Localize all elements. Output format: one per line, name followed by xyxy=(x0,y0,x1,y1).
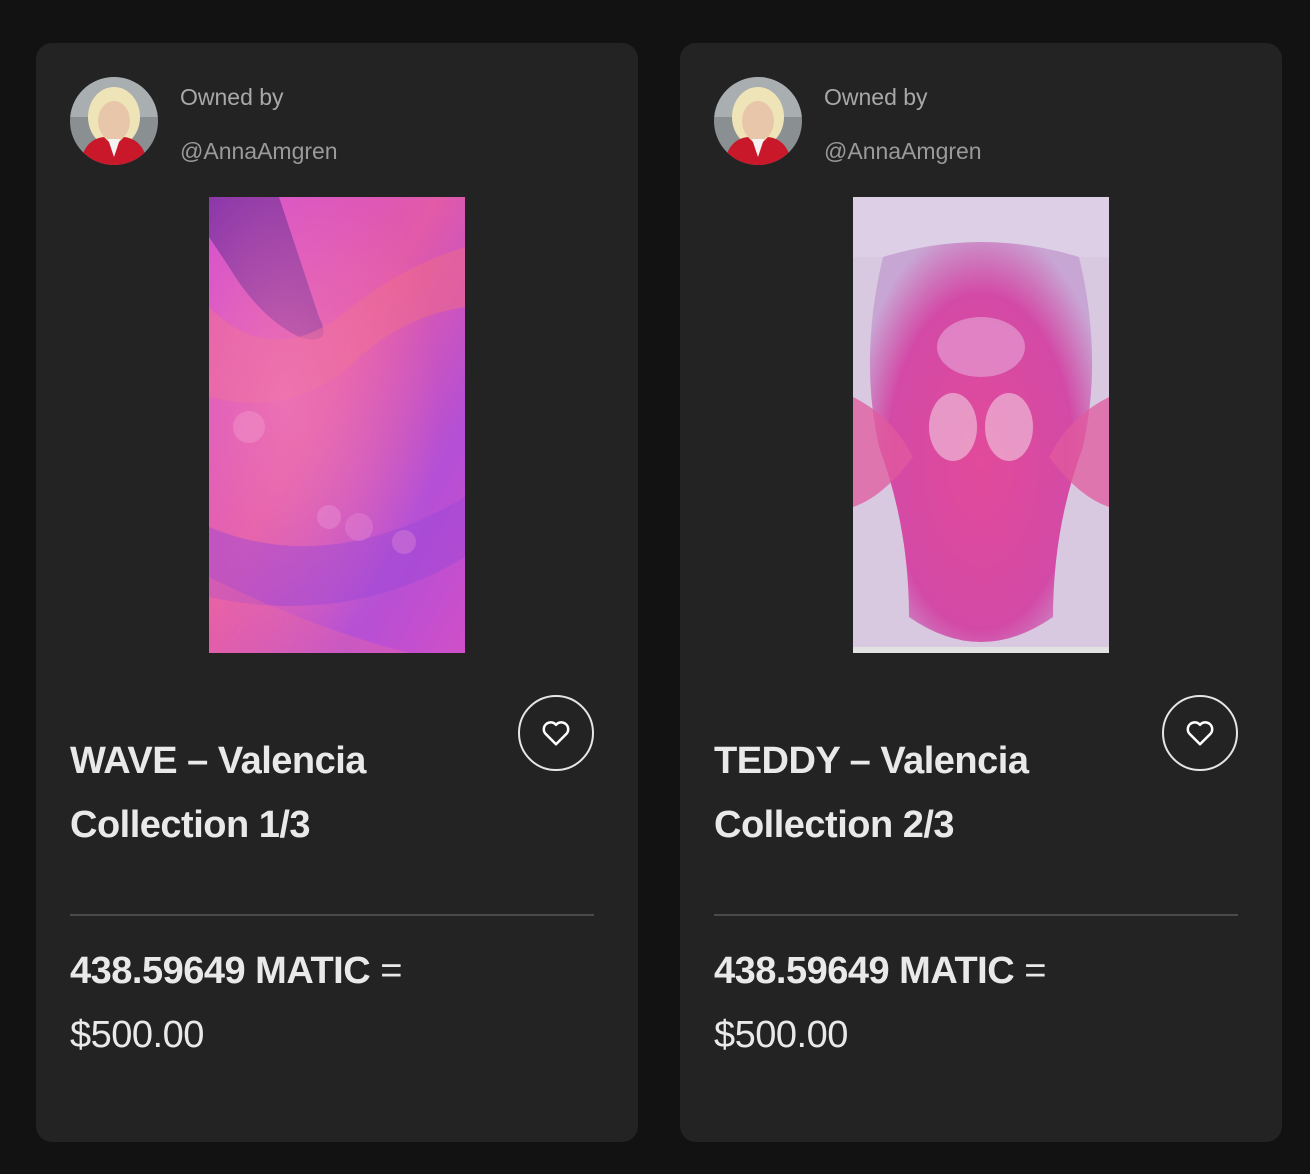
nft-title[interactable]: WAVE – Valencia Collection 1/3 xyxy=(70,729,510,857)
price-crypto: 438.59649 MATIC xyxy=(70,950,371,992)
owned-by-label: Owned by xyxy=(180,84,284,110)
divider xyxy=(714,914,1238,916)
divider xyxy=(70,914,594,916)
favorite-button[interactable] xyxy=(518,695,594,771)
nft-card-grid: Owned by @AnnaAmgren WAVE – Valencia Col… xyxy=(0,0,1310,1174)
nft-card[interactable]: Owned by @AnnaAmgren xyxy=(36,43,638,1142)
heart-outline-icon xyxy=(1186,721,1214,746)
heart-outline-icon xyxy=(542,721,570,746)
nft-title[interactable]: TEDDY – Valencia Collection 2/3 xyxy=(714,729,1154,857)
owner-handle[interactable]: @AnnaAmgren xyxy=(180,137,338,165)
price-fiat: $500.00 xyxy=(70,1014,204,1056)
owner-avatar[interactable] xyxy=(714,77,802,165)
nft-price: 438.59649 MATIC = $500.00 xyxy=(70,939,590,1067)
nft-card[interactable]: Owned by @AnnaAmgren xyxy=(680,43,1282,1142)
owner-handle[interactable]: @AnnaAmgren xyxy=(824,137,982,165)
price-crypto: 438.59649 MATIC xyxy=(714,950,1015,992)
owned-by-label: Owned by xyxy=(824,84,928,110)
owner-avatar[interactable] xyxy=(70,77,158,165)
nft-artwork[interactable] xyxy=(853,197,1109,653)
favorite-button[interactable] xyxy=(1162,695,1238,771)
price-equals: = xyxy=(1024,950,1046,992)
nft-artwork[interactable] xyxy=(209,197,465,653)
nft-price: 438.59649 MATIC = $500.00 xyxy=(714,939,1234,1067)
price-equals: = xyxy=(380,950,402,992)
price-fiat: $500.00 xyxy=(714,1014,848,1056)
